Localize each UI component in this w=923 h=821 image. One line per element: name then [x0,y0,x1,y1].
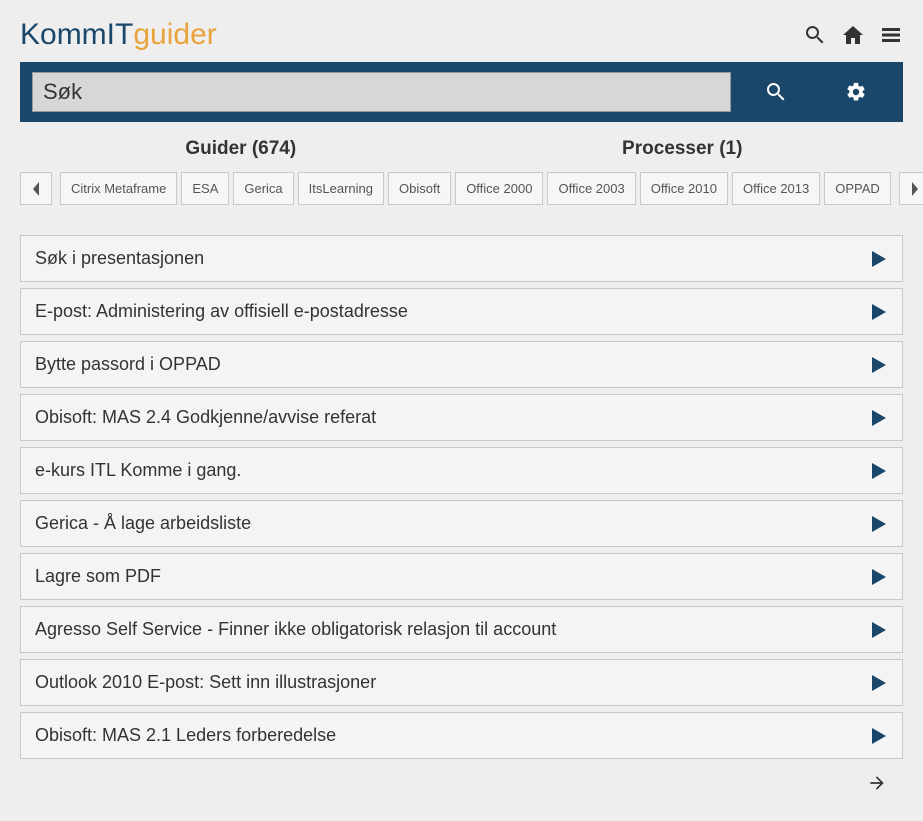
play-icon [868,461,888,481]
guide-item[interactable]: e-kurs ITL Komme i gang. [20,447,903,494]
filter-chip[interactable]: ESA [181,172,229,205]
tab-guides[interactable]: Guider (674) [20,132,462,166]
guide-title: Lagre som PDF [35,566,161,587]
guide-item[interactable]: Gerica - Å lage arbeidsliste [20,500,903,547]
play-icon [868,567,888,587]
play-icon [868,620,888,640]
guide-item[interactable]: Lagre som PDF [20,553,903,600]
logo-part2: guider [133,18,216,51]
filter-chip[interactable]: Obisoft [388,172,451,205]
search-button[interactable] [741,80,811,104]
logo-part1: KommIT [20,18,133,51]
guide-title: Obisoft: MAS 2.4 Godkjenne/avvise refera… [35,407,376,428]
filter-chip[interactable]: Gerica [233,172,293,205]
filter-chip[interactable]: Citrix Metaframe [60,172,177,205]
guide-title: E-post: Administering av offisiell e-pos… [35,301,408,322]
guide-item[interactable]: Obisoft: MAS 2.4 Godkjenne/avvise refera… [20,394,903,441]
filter-chip[interactable]: Office 2003 [547,172,635,205]
guide-list: Søk i presentasjonen E-post: Administerin… [20,235,903,759]
search-input[interactable] [32,72,731,112]
filter-chip[interactable]: ItsLearning [298,172,384,205]
guide-title: Agresso Self Service - Finner ikke oblig… [35,619,556,640]
play-icon [868,514,888,534]
filter-chip[interactable]: OPPAD [824,172,891,205]
guide-title: Bytte passord i OPPAD [35,354,221,375]
play-icon [868,673,888,693]
guide-title: e-kurs ITL Komme i gang. [35,460,241,481]
play-icon [868,408,888,428]
guide-title: Gerica - Å lage arbeidsliste [35,513,251,534]
filter-row: Citrix MetaframeESAGericaItsLearningObis… [20,172,903,205]
filter-prev-button[interactable] [20,172,52,205]
guide-title: Søk i presentasjonen [35,248,204,269]
guide-item[interactable]: Obisoft: MAS 2.1 Leders forberedelse [20,712,903,759]
filter-chip[interactable]: Office 2000 [455,172,543,205]
play-icon [868,726,888,746]
guide-item[interactable]: Bytte passord i OPPAD [20,341,903,388]
guide-item[interactable]: Søk i presentasjonen [20,235,903,282]
play-icon [868,302,888,322]
menu-icon[interactable] [879,23,903,47]
next-page-button[interactable] [867,773,887,798]
search-icon[interactable] [803,23,827,47]
guide-item[interactable]: E-post: Administering av offisiell e-pos… [20,288,903,335]
guide-item[interactable]: Agresso Self Service - Finner ikke oblig… [20,606,903,653]
filter-chip[interactable]: Office 2013 [732,172,820,205]
tab-processes[interactable]: Processer (1) [462,132,904,166]
settings-button[interactable] [821,81,891,103]
play-icon [868,355,888,375]
guide-item[interactable]: Outlook 2010 E-post: Sett inn illustrasj… [20,659,903,706]
home-icon[interactable] [841,23,865,47]
filter-chip[interactable]: Office 2010 [640,172,728,205]
guide-title: Obisoft: MAS 2.1 Leders forberedelse [35,725,336,746]
play-icon [868,249,888,269]
app-logo: KommITguider [20,18,217,52]
search-bar [20,62,903,122]
filter-next-button[interactable] [899,172,923,205]
guide-title: Outlook 2010 E-post: Sett inn illustrasj… [35,672,376,693]
